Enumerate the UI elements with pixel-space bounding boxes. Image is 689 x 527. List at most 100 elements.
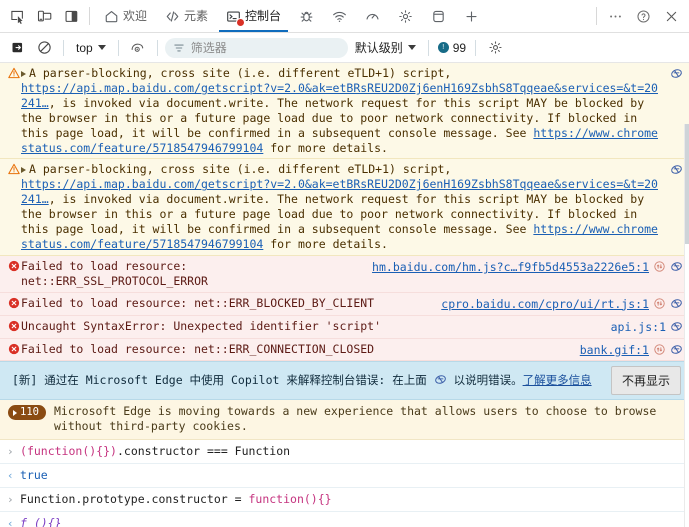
close-icon[interactable] <box>658 3 684 29</box>
input-arrow-icon: › <box>7 445 14 459</box>
warning-triangle-icon <box>6 67 21 79</box>
code-token: ( <box>20 444 27 459</box>
console-message-error[interactable]: Uncaught SyntaxError: Unexpected identif… <box>0 315 689 339</box>
no-entry-icon[interactable] <box>32 37 56 59</box>
copilot-learn-more-link[interactable]: 了解更多信息 <box>523 373 592 387</box>
plus-icon <box>464 9 479 24</box>
tab-elements[interactable]: 元素 <box>156 0 217 32</box>
info-message-text: Microsoft Edge is moving towards a new e… <box>53 404 657 434</box>
tab-welcome-label: 欢迎 <box>123 9 148 23</box>
message-group-count: 110 <box>20 406 39 419</box>
copilot-icon[interactable] <box>670 67 683 80</box>
warning-triangle-icon <box>6 163 21 175</box>
code-token: ) <box>110 444 117 459</box>
console-eval-input[interactable]: › (function(){}).constructor === Functio… <box>0 440 689 465</box>
inspect-element-icon[interactable] <box>4 3 30 29</box>
copilot-icon[interactable] <box>670 320 683 333</box>
warning-message-text: A parser-blocking, cross site (i.e. diff… <box>21 66 664 155</box>
console-scrollbar[interactable] <box>684 124 689 527</box>
code-token: function <box>248 492 304 507</box>
device-toolbar-icon[interactable] <box>31 3 57 29</box>
code-token: function <box>26 444 83 459</box>
error-source-link[interactable]: hm.baidu.com/hm.js?c…f9fb5d4553a2226e5:1 <box>372 260 649 275</box>
tab-sources[interactable] <box>290 0 323 32</box>
error-message-text: Failed to load resource: net::ERR_CONNEC… <box>21 341 375 356</box>
scrollbar-thumb[interactable] <box>685 124 689 244</box>
log-level-selector[interactable]: 默认级别 <box>350 37 421 58</box>
console-message-warning[interactable]: A parser-blocking, cross site (i.e. diff… <box>0 159 689 256</box>
error-message-text: Failed to load resource: net::ERR_BLOCKE… <box>21 295 375 310</box>
message-actions <box>670 162 683 176</box>
execution-context-label: top <box>76 40 93 55</box>
issues-count-label: 99 <box>452 40 467 55</box>
copilot-icon[interactable] <box>670 297 683 310</box>
dismiss-copilot-banner-button[interactable]: 不再显示 <box>610 366 681 396</box>
bug-icon <box>299 9 314 24</box>
network-request-icon[interactable] <box>653 343 666 356</box>
tab-performance[interactable] <box>356 0 389 32</box>
chevron-down-icon <box>407 45 416 50</box>
tab-network[interactable] <box>323 0 356 32</box>
console-message-list[interactable]: A parser-blocking, cross site (i.e. diff… <box>0 63 689 527</box>
console-message-error[interactable]: Failed to load resource: net::ERR_CONNEC… <box>0 338 689 362</box>
code-token: (){} <box>303 492 332 507</box>
error-circle-icon <box>6 260 21 272</box>
filter-icon <box>173 42 185 54</box>
tab-welcome[interactable]: 欢迎 <box>95 0 156 32</box>
console-message-group-info[interactable]: 110 Microsoft Edge is moving towards a n… <box>0 400 689 441</box>
copilot-icon <box>434 373 447 387</box>
performance-icon <box>365 9 380 24</box>
console-eval-input[interactable]: › Function.prototype.constructor = funct… <box>0 488 689 513</box>
console-message-warning[interactable]: A parser-blocking, cross site (i.e. diff… <box>0 63 689 160</box>
home-icon <box>104 9 119 24</box>
copilot-icon[interactable] <box>670 343 683 356</box>
issues-counter[interactable]: ! 99 <box>436 41 468 55</box>
eval-output-value: true <box>20 468 48 483</box>
code-token: Function.prototype.constructor = <box>20 492 249 507</box>
tab-application[interactable] <box>422 0 455 32</box>
error-source-link[interactable]: cpro.baidu.com/cpro/ui/rt.js:1 <box>441 297 649 312</box>
console-eval-output: ‹ ƒ (){} <box>0 512 689 527</box>
eval-input-code: Function.prototype.constructor = functio… <box>20 492 332 507</box>
copilot-icon[interactable] <box>670 260 683 273</box>
toolbar-divider-2 <box>117 39 119 56</box>
tab-bar-divider <box>89 7 90 25</box>
clear-console-icon[interactable] <box>6 37 30 59</box>
error-source-link[interactable]: bank.gif:1 <box>580 343 649 358</box>
message-group-count-badge[interactable]: 110 <box>8 405 46 421</box>
network-request-icon[interactable] <box>653 260 666 273</box>
message-actions: cpro.baidu.com/cpro/ui/rt.js:1 <box>441 296 683 312</box>
tab-bar-right-divider <box>596 7 597 25</box>
code-token: (){} <box>33 516 62 527</box>
warn-text-3: for more details. <box>263 140 388 155</box>
execution-context-selector[interactable]: top <box>71 39 111 57</box>
tab-console[interactable]: 控制台 <box>217 0 291 32</box>
tab-bar-left-tools <box>0 0 84 32</box>
warning-message-text: A parser-blocking, cross site (i.e. diff… <box>21 162 664 251</box>
code-token: ƒ <box>20 516 34 527</box>
console-message-error[interactable]: Failed to load resource: net::ERR_BLOCKE… <box>0 292 689 316</box>
message-actions: hm.baidu.com/hm.js?c…f9fb5d4553a2226e5:1 <box>372 259 683 275</box>
error-circle-icon <box>6 320 21 332</box>
gear-icon <box>398 9 413 24</box>
expand-arrow-icon[interactable] <box>21 166 26 173</box>
expand-arrow-icon[interactable] <box>21 70 26 77</box>
network-request-icon[interactable] <box>653 297 666 310</box>
console-message-error[interactable]: Failed to load resource: net::ERR_SSL_PRO… <box>0 255 689 293</box>
filter-input[interactable]: 筛选器 <box>164 37 348 58</box>
more-options-icon[interactable] <box>602 3 628 29</box>
copilot-icon[interactable] <box>670 163 683 176</box>
error-circle-icon <box>6 343 21 355</box>
tab-settings-panel[interactable] <box>389 0 422 32</box>
error-message-text: Uncaught SyntaxError: Unexpected identif… <box>21 318 382 333</box>
warn2-text-1: A parser-blocking, cross site (i.e. diff… <box>29 162 452 177</box>
help-icon[interactable] <box>630 3 656 29</box>
code-icon <box>165 9 180 24</box>
dock-side-icon[interactable] <box>58 3 84 29</box>
copilot-banner-prefix: [新] 通过在 Microsoft Edge 中使用 Copilot 来解释控制… <box>12 373 434 388</box>
console-settings-gear-icon[interactable] <box>483 37 507 59</box>
tab-bar-right-tools <box>602 0 689 32</box>
add-panel-button[interactable] <box>455 0 488 32</box>
application-icon <box>431 9 446 24</box>
live-expression-eye-icon[interactable] <box>126 37 150 59</box>
